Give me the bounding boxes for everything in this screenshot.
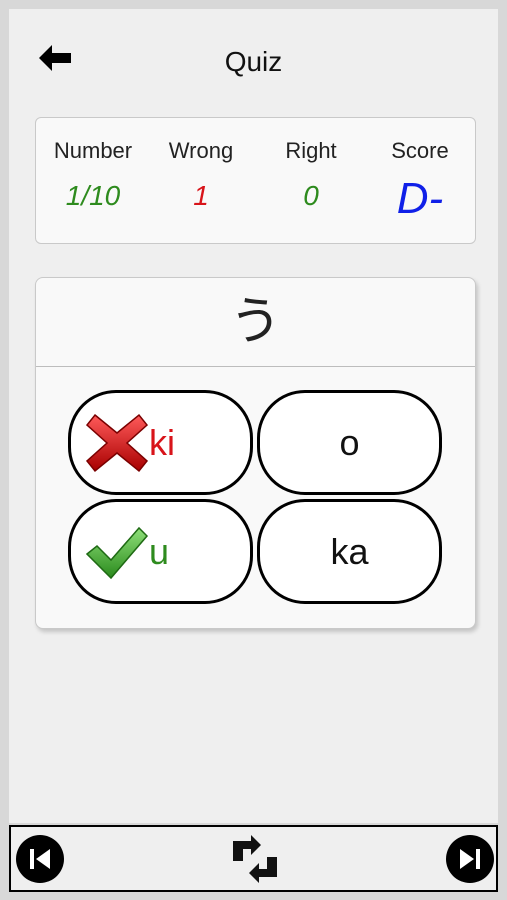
previous-button[interactable] [16, 835, 64, 883]
kana-prompt: う [36, 278, 475, 367]
stat-right-value: 0 [303, 180, 319, 211]
skip-next-icon [460, 849, 480, 869]
stats-panel: Number 1/10 Wrong 1 Right 0 Score D- [35, 117, 476, 244]
swap-button[interactable] [229, 833, 281, 885]
stat-right: Right 0 [256, 118, 366, 245]
stat-number: Number 1/10 [38, 118, 148, 245]
footer-toolbar [9, 825, 498, 892]
next-button[interactable] [446, 835, 494, 883]
stat-right-label: Right [285, 138, 337, 163]
answer-text-2: o [339, 421, 360, 463]
answer-text-3: u [149, 530, 170, 572]
stat-wrong-label: Wrong [168, 138, 234, 163]
quiz-card: う ki o u ka [35, 277, 476, 629]
answer-button-1[interactable]: ki [68, 390, 253, 495]
stat-score: Score D- [365, 118, 475, 245]
skip-previous-icon [30, 849, 50, 869]
stat-wrong: Wrong 1 [146, 118, 256, 245]
answer-button-3[interactable]: u [68, 499, 253, 604]
answer-button-4[interactable]: ka [257, 499, 442, 604]
header: Quiz [9, 9, 498, 109]
quiz-screen: Quiz Number 1/10 Wrong 1 Right 0 Score D… [9, 9, 498, 823]
stat-number-value: 1/10 [65, 180, 121, 211]
answer-text-1: ki [149, 421, 175, 463]
stat-number-label: Number [53, 138, 133, 163]
answer-text-4: ka [330, 530, 369, 572]
swap-arrows-icon [233, 835, 277, 883]
answer-button-2[interactable]: o [257, 390, 442, 495]
stat-score-value: D- [396, 174, 444, 223]
stat-wrong-value: 1 [193, 180, 209, 211]
stat-score-label: Score [391, 138, 449, 163]
page-title: Quiz [224, 46, 283, 77]
